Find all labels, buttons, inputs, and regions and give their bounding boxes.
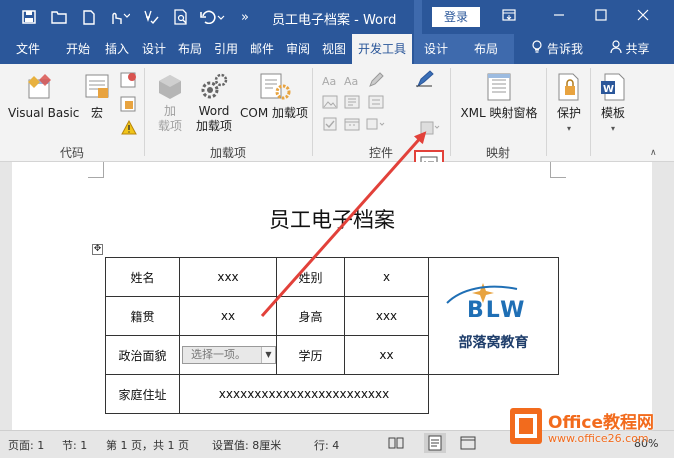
status-line[interactable]: 行: 4 [314,437,339,453]
status-section[interactable]: 节: 1 [62,437,87,453]
watermark-url: www.office26.com [548,432,649,445]
status-page-count[interactable]: 第 1 页，共 1 页 [106,437,189,453]
watermark-brand: Office教程网 [548,413,655,433]
print-layout-icon[interactable] [424,433,446,453]
read-mode-icon[interactable] [388,436,404,453]
annotation-arrow [260,131,427,317]
office-watermark: Office教程网 www.office26.com [508,404,674,454]
web-layout-icon[interactable] [460,436,476,453]
status-page[interactable]: 页面: 1 [8,437,44,453]
status-position[interactable]: 设置值: 8厘米 [212,437,281,453]
